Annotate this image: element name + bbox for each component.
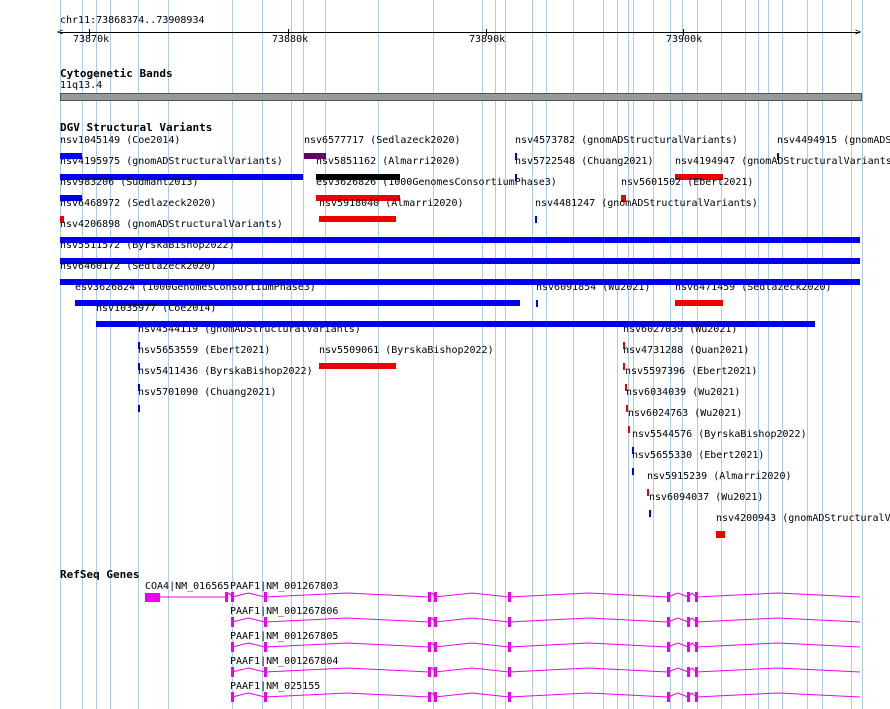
- gene-exon[interactable]: [695, 617, 698, 627]
- gene-exon[interactable]: [508, 617, 511, 627]
- gene-exon[interactable]: [231, 592, 234, 602]
- gene-exon[interactable]: [434, 617, 437, 627]
- gene-intron[interactable]: [231, 667, 861, 673]
- gene-exon[interactable]: [264, 692, 267, 702]
- gene-exon[interactable]: [264, 617, 267, 627]
- gene-exon[interactable]: [231, 692, 234, 702]
- gene-label[interactable]: PAAF1|NM_001267806: [230, 606, 338, 617]
- gene-exon[interactable]: [695, 692, 698, 702]
- gene-exon[interactable]: [231, 617, 234, 627]
- gene-exon[interactable]: [145, 593, 160, 602]
- gene-exon[interactable]: [508, 692, 511, 702]
- gene-exon[interactable]: [687, 667, 690, 677]
- gene-label[interactable]: PAAF1|NM_001267805: [230, 631, 338, 642]
- gene-exon[interactable]: [264, 592, 267, 602]
- gene-exon[interactable]: [264, 667, 267, 677]
- gene-exon[interactable]: [508, 592, 511, 602]
- gene-exon[interactable]: [231, 642, 234, 652]
- gene-exon[interactable]: [687, 592, 690, 602]
- gene-exon[interactable]: [231, 667, 234, 677]
- gene-intron[interactable]: [231, 617, 861, 623]
- gene-exon[interactable]: [428, 617, 431, 627]
- gene-exon[interactable]: [687, 642, 690, 652]
- gene-exon[interactable]: [225, 592, 228, 602]
- gene-exon[interactable]: [434, 667, 437, 677]
- gene-exon[interactable]: [434, 592, 437, 602]
- gene-exon[interactable]: [428, 667, 431, 677]
- gene-label[interactable]: COA4|NM_016565: [145, 581, 229, 592]
- gene-exon[interactable]: [687, 617, 690, 627]
- gene-exon[interactable]: [667, 617, 670, 627]
- gene-exon[interactable]: [434, 692, 437, 702]
- gene-models: [145, 592, 861, 702]
- gene-exon[interactable]: [667, 642, 670, 652]
- gene-exon[interactable]: [434, 642, 437, 652]
- gene-label[interactable]: PAAF1|NM_001267804: [230, 656, 338, 667]
- gene-exon[interactable]: [508, 642, 511, 652]
- gene-exon[interactable]: [687, 692, 690, 702]
- gene-exon[interactable]: [695, 592, 698, 602]
- gene-exon[interactable]: [508, 667, 511, 677]
- gene-exon[interactable]: [428, 592, 431, 602]
- gene-exon[interactable]: [428, 642, 431, 652]
- gene-exon[interactable]: [667, 692, 670, 702]
- gene-exon[interactable]: [695, 667, 698, 677]
- gene-exon[interactable]: [264, 642, 267, 652]
- gene-exon[interactable]: [667, 592, 670, 602]
- gene-exon[interactable]: [428, 692, 431, 702]
- gene-label[interactable]: PAAF1|NM_025155: [230, 681, 320, 692]
- gene-exon[interactable]: [667, 667, 670, 677]
- gene-intron[interactable]: [231, 692, 861, 698]
- gene-exon[interactable]: [695, 642, 698, 652]
- gene-label[interactable]: PAAF1|NM_001267803: [230, 581, 338, 592]
- gene-intron[interactable]: [231, 642, 861, 648]
